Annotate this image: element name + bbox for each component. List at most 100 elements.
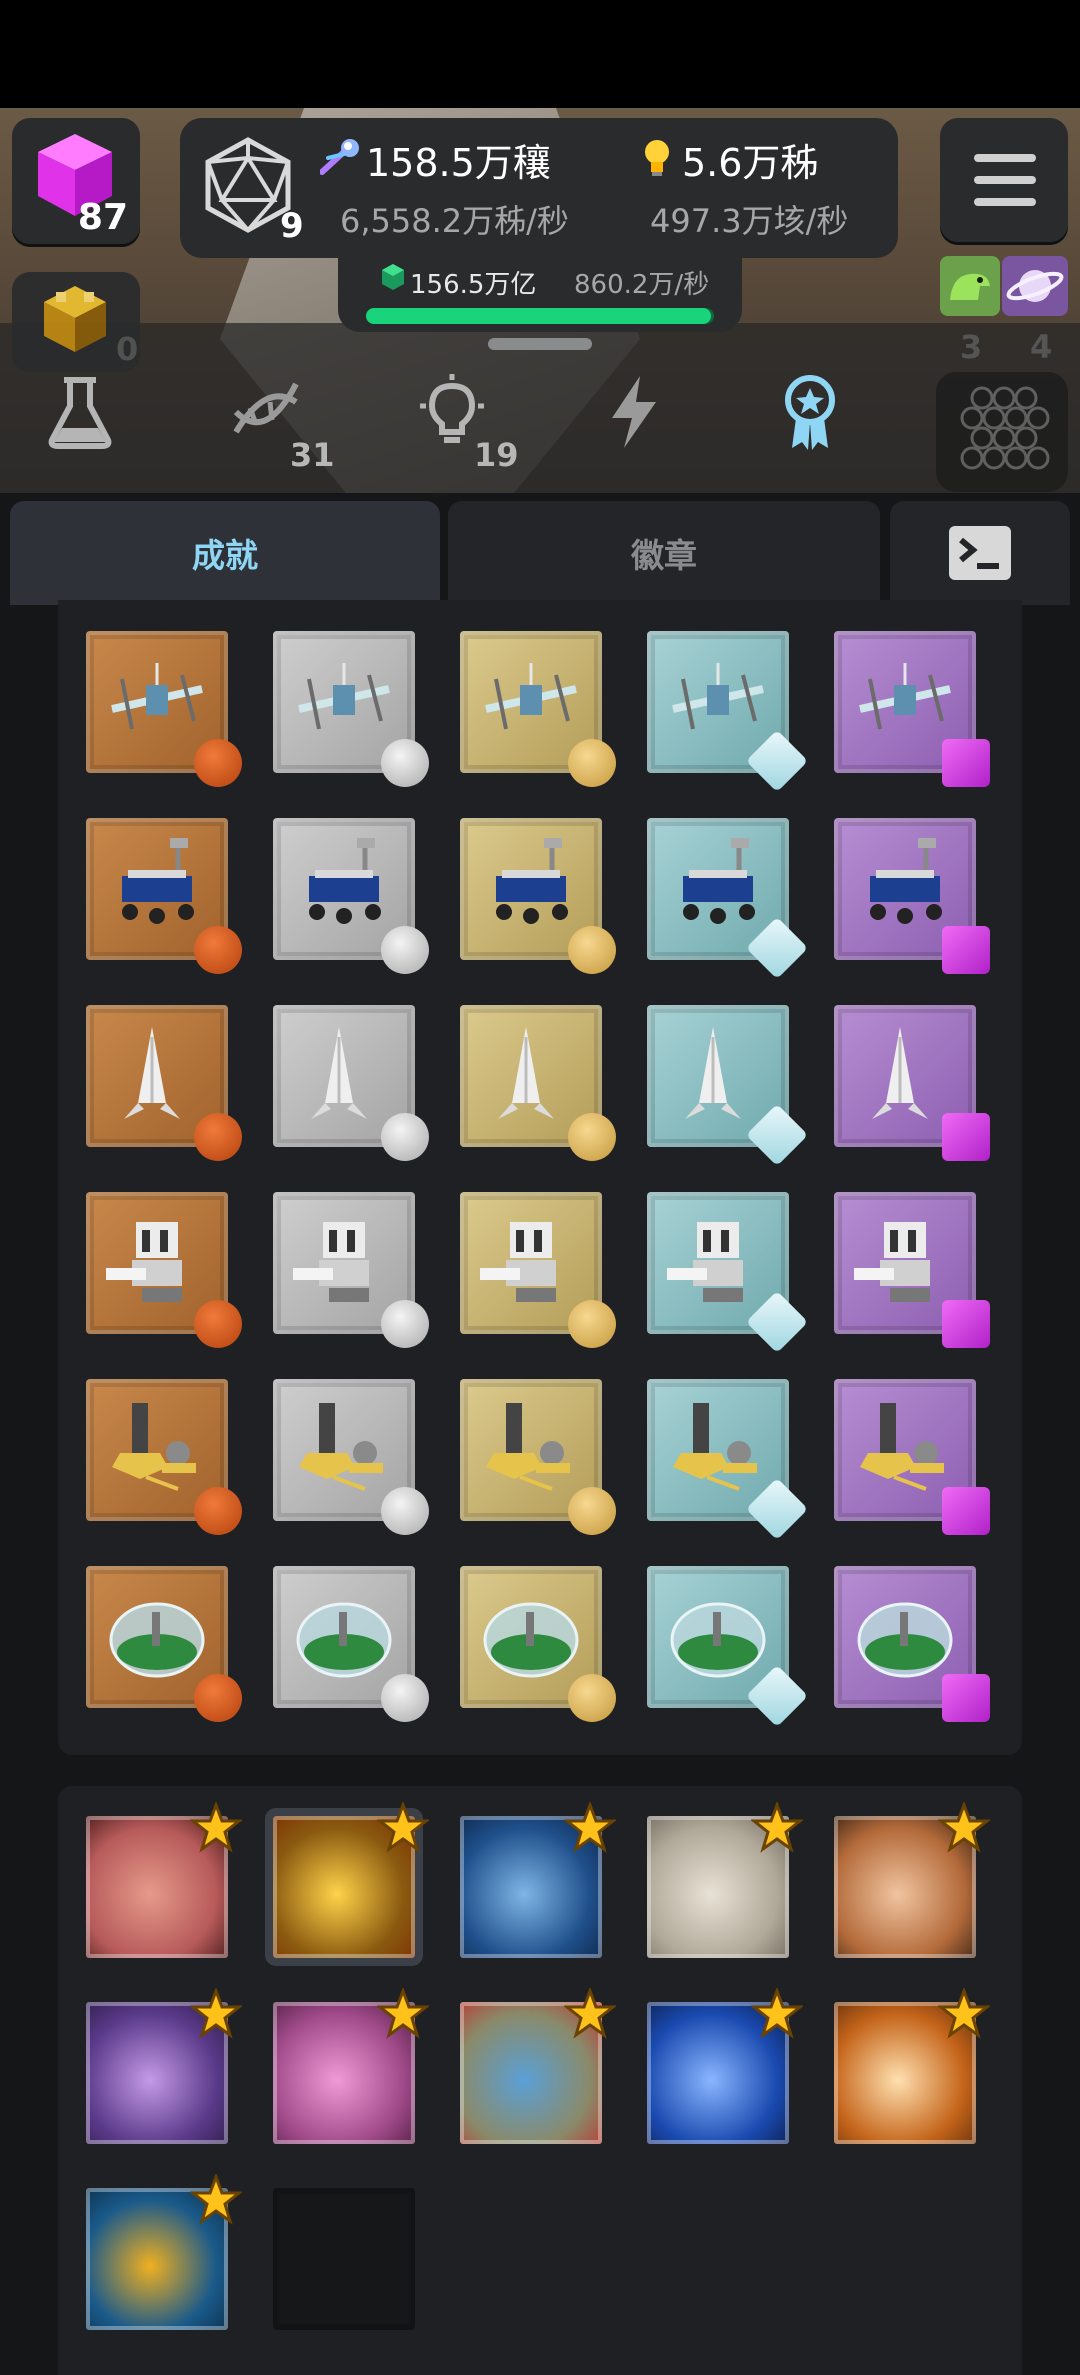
shark-badge[interactable] [86,1802,242,1958]
gem-box[interactable]: 87 [12,118,140,244]
dolphin-badge[interactable] [273,1988,429,2144]
flask-icon [48,377,112,449]
dome-icon [857,1602,953,1678]
bronze-medal-icon [194,926,242,974]
gold-medal-icon [568,1113,616,1161]
crate-icon [44,286,106,352]
purple-gem-icon [942,1674,990,1722]
resource2-rate: 497.3万垓/秒 [650,202,849,240]
achievement-rover-gold[interactable] [460,818,616,974]
gold-medal-icon [568,739,616,787]
star-icon [938,1988,990,2039]
rocket-icon [498,1027,554,1119]
tab-energy[interactable] [594,372,694,482]
hive-button[interactable] [936,372,1068,492]
purple-gem-icon [942,1300,990,1348]
achievement-satellite-bronze[interactable] [86,631,242,787]
tab-achievements[interactable]: 成就 [10,501,440,605]
dna-count: 31 [290,436,335,474]
dog-badge[interactable] [834,1802,990,1958]
achievement-rocket-silver[interactable] [273,1005,429,1161]
crown-badge[interactable] [265,1802,429,1966]
achievement-robot-silver[interactable] [273,1192,429,1348]
star-icon [751,1802,803,1853]
tab-badges-label: 徽章 [631,536,697,575]
achievement-rocket-gold[interactable] [460,1005,616,1161]
achievement-satellite-diamond[interactable] [647,631,809,793]
fox-badge[interactable] [834,1988,990,2144]
star-icon [564,1802,616,1853]
resource-panel[interactable]: 9 158.5万穰 6,558.2万秭/秒 5.6万秭 497.3万垓/秒 [180,118,898,258]
rocket-icon [311,1027,367,1119]
resource1-rate: 6,558.2万秭/秒 [340,202,569,240]
star-icon [377,1988,429,2039]
achievement-dome-gold[interactable] [460,1566,616,1722]
gem-count: 87 [77,197,128,238]
robot-icon [667,1222,743,1302]
robot-icon [854,1222,930,1302]
achievement-base-gold[interactable] [460,1379,616,1535]
achievement-robot-bronze[interactable] [86,1192,242,1348]
achievement-grid [58,600,1022,1755]
achievement-rocket-bronze[interactable] [86,1005,242,1161]
gold-medal-icon [568,1487,616,1535]
drag-handle[interactable] [488,338,592,350]
dragon-badge[interactable] [86,1988,242,2144]
box-count: 0 [116,330,139,368]
robot-icon [106,1222,182,1302]
achievement-dome-bronze[interactable] [86,1566,242,1722]
dome-icon [483,1602,579,1678]
tab-dna[interactable]: 31 [226,372,335,482]
menu-button[interactable] [940,118,1068,242]
achievement-satellite-silver[interactable] [273,631,429,787]
achievement-rover-silver[interactable] [273,818,429,974]
satellite-icon [111,663,203,730]
darwin-badge[interactable] [647,1802,803,1958]
tab-flask[interactable] [40,372,140,482]
achievement-rocket-purple-gem[interactable] [834,1005,990,1161]
rocket-icon [872,1027,928,1119]
achievement-robot-diamond[interactable] [647,1192,809,1354]
whale-badge[interactable] [460,1802,616,1958]
base-icon [112,1403,196,1491]
bird-badge[interactable] [460,1988,616,2144]
purple-gem-icon [942,926,990,974]
honeycomb-icon [960,386,1050,470]
achievement-satellite-purple-gem[interactable] [834,631,990,787]
achievement-satellite-gold[interactable] [460,631,616,787]
achievement-dome-silver[interactable] [273,1566,429,1722]
bronze-medal-icon [194,1113,242,1161]
bronze-medal-icon [194,739,242,787]
achievement-dome-diamond[interactable] [647,1566,809,1728]
star-icon [190,1802,242,1853]
achievement-rocket-diamond[interactable] [647,1005,809,1167]
silver-medal-icon [381,1674,429,1722]
achievement-base-purple-gem[interactable] [834,1379,990,1535]
star-icon [751,1988,803,2039]
achievement-base-silver[interactable] [273,1379,429,1535]
achievement-robot-gold[interactable] [460,1192,616,1348]
tab-awards[interactable] [770,372,870,482]
yeti-badge[interactable] [647,1988,803,2144]
gold-medal-icon [568,926,616,974]
tab-ideas[interactable]: 19 [412,372,519,482]
gold-medal-icon [568,1300,616,1348]
achievement-robot-purple-gem[interactable] [834,1192,990,1348]
satellite-icon [859,663,951,730]
achievement-dome-purple-gem[interactable] [834,1566,990,1722]
box-button[interactable]: 0 [12,272,140,372]
tab-badges[interactable]: 徽章 [448,501,880,605]
comet-icon [320,139,359,175]
achievement-rover-purple-gem[interactable] [834,818,990,974]
planet-icon [1002,256,1068,316]
award-icon [785,375,835,450]
creature-planet-panel[interactable]: 3 4 [936,256,1068,366]
achievement-base-bronze[interactable] [86,1379,242,1535]
achievement-rover-bronze[interactable] [86,818,242,974]
rocket-icon [685,1027,741,1119]
achievement-rover-diamond[interactable] [647,818,809,980]
planet-count: 4 [1030,328,1053,366]
tab-terminal[interactable] [890,501,1070,605]
slug-badge[interactable] [86,2174,242,2330]
achievement-base-diamond[interactable] [647,1379,809,1541]
